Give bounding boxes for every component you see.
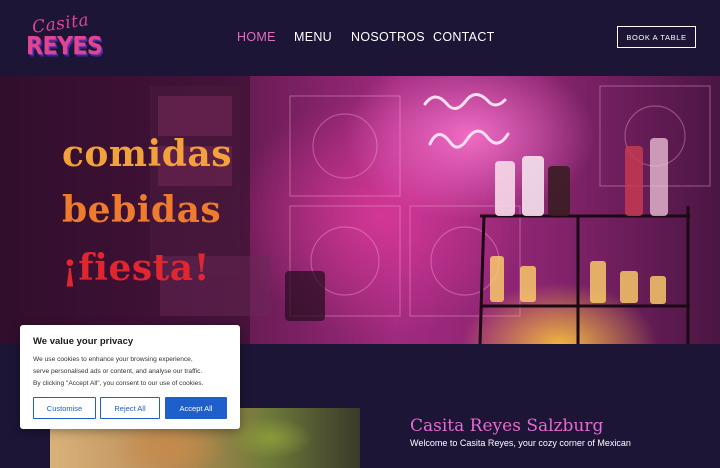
cookie-description: We use cookies to enhance your browsing … — [33, 354, 233, 391]
hero-line-bebidas: bebidas — [62, 189, 222, 231]
cookie-text-line: By clicking "Accept All", you consent to… — [33, 380, 204, 388]
cookie-text-line: serve personalised ads or content, and a… — [33, 368, 203, 376]
cookie-title: We value your privacy — [33, 336, 134, 347]
intro-title: Casita Reyes Salzburg — [410, 416, 604, 436]
site-header: Casita REYES HOME MENU NOSOTROS CONTACT … — [0, 0, 720, 76]
nav-nosotros[interactable]: NOSOTROS — [351, 30, 425, 44]
cookie-consent-banner: We value your privacy We use cookies to … — [20, 325, 240, 429]
customise-button[interactable]: Customise — [33, 397, 96, 419]
cookie-text-line: We use cookies to enhance your browsing … — [33, 356, 193, 363]
intro-text: Welcome to Casita Reyes, your cozy corne… — [410, 438, 631, 448]
main-nav: HOME MENU NOSOTROS CONTACT — [0, 30, 720, 48]
hero-line-fiesta: ¡fiesta! — [62, 247, 210, 289]
hero-line-comidas: comidas — [62, 133, 232, 175]
nav-menu[interactable]: MENU — [294, 30, 332, 44]
hero-banner: comidas bebidas ¡fiesta! — [0, 76, 720, 344]
nav-contact[interactable]: CONTACT — [433, 30, 495, 44]
accept-all-button[interactable]: Accept All — [165, 397, 227, 419]
reject-all-button[interactable]: Reject All — [100, 397, 160, 419]
nav-home[interactable]: HOME — [237, 30, 276, 44]
book-table-button[interactable]: BOOK A TABLE — [617, 26, 696, 48]
